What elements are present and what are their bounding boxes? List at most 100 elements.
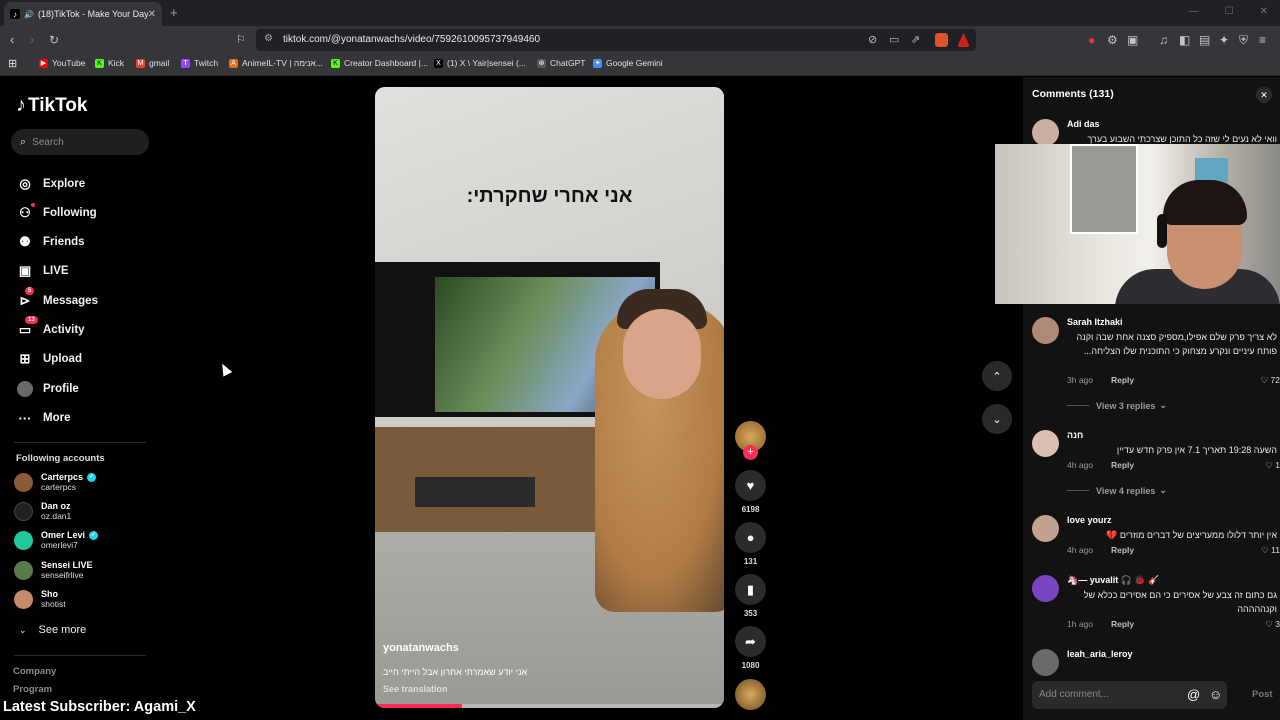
avatar[interactable]	[1032, 515, 1059, 542]
verified-icon: ✓	[89, 530, 99, 540]
site-info-icon[interactable]: ⚙	[264, 33, 273, 44]
close-tab-icon[interactable]: ✕	[148, 9, 156, 20]
nav-more[interactable]: ··· More	[16, 409, 71, 427]
post-button[interactable]: Post	[1252, 689, 1273, 700]
new-tab-button[interactable]: +	[170, 5, 178, 20]
wallet-icon[interactable]: ▣	[1127, 33, 1138, 47]
video-progress-bar[interactable]	[375, 704, 724, 708]
comment-like[interactable]: ♡ 1	[1265, 460, 1280, 471]
menu-icon[interactable]: ≡	[1259, 33, 1266, 47]
bookmark-kick[interactable]: K Kick	[95, 58, 124, 68]
minimize-icon[interactable]: —	[1189, 6, 1199, 17]
following-account[interactable]: Sho shotist	[14, 589, 66, 609]
cast-icon[interactable]: ▭	[889, 33, 899, 46]
following-account[interactable]: Dan oz oz.dan1	[14, 501, 71, 521]
browser-tab[interactable]: ♪ 🔊 (18)TikTok - Make Your Day ✕	[4, 2, 162, 26]
back-icon[interactable]: ‹	[10, 32, 14, 47]
comment-like[interactable]: ♡ 3	[1265, 619, 1280, 630]
nav-friends[interactable]: ⚉ Friends	[16, 233, 84, 251]
brave-rewards-icon[interactable]	[957, 33, 970, 47]
browser-tab-bar: ♪ 🔊 (18)TikTok - Make Your Day ✕ + — ☐ ✕	[0, 0, 1280, 26]
nav-following[interactable]: ⚇ Following	[16, 203, 97, 222]
avatar[interactable]	[1032, 119, 1059, 146]
view-replies-button[interactable]: View 4 replies ⌄	[1067, 485, 1167, 496]
tiktok-logo[interactable]: ♪ TikTok	[16, 94, 87, 117]
apps-icon[interactable]: ⊞	[8, 57, 17, 70]
forward-icon[interactable]: ›	[30, 32, 34, 47]
footer-company-link[interactable]: Company	[13, 666, 56, 677]
save-count: 353	[743, 609, 758, 618]
maximize-icon[interactable]: ☐	[1225, 6, 1234, 17]
chevron-up-icon: ⌃	[992, 370, 1002, 383]
reply-button[interactable]: Reply	[1111, 375, 1134, 385]
nav-activity[interactable]: ▭ 13 Activity	[16, 316, 85, 339]
friends-icon: ⚉	[19, 234, 31, 249]
see-translation-link[interactable]: See translation	[383, 684, 448, 694]
comment-like[interactable]: ♡ 11	[1261, 545, 1280, 556]
close-window-icon[interactable]: ✕	[1260, 6, 1268, 17]
nav-upload[interactable]: ⊞ Upload	[16, 350, 82, 368]
share-button[interactable]: ➦ 1080	[735, 626, 766, 670]
avatar[interactable]	[1032, 317, 1059, 344]
sidebar-icon[interactable]: ◧	[1179, 33, 1190, 47]
search-input[interactable]: ⌕ Search	[11, 129, 149, 155]
close-comments-icon[interactable]: ✕	[1256, 87, 1272, 103]
video-author[interactable]: yonatanwachs	[383, 642, 459, 654]
music-disc-icon[interactable]	[735, 679, 766, 710]
reply-button[interactable]: Reply	[1111, 619, 1134, 629]
no-tracking-icon[interactable]: ⊘	[868, 33, 877, 46]
address-bar[interactable]: ⚙ tiktok.com/@yonatanwachs/video/7592610…	[256, 29, 976, 51]
share-icon[interactable]: ⇗	[911, 33, 920, 46]
bookmark-chatgpt[interactable]: ⊛ ChatGPT	[537, 58, 585, 68]
record-extension-icon[interactable]: ●	[1088, 33, 1095, 47]
wallet-extension-icon[interactable]: ▤	[1199, 33, 1210, 47]
heart-icon: ♡	[1260, 375, 1269, 385]
avatar[interactable]	[1032, 575, 1059, 602]
bookmark-gemini[interactable]: ✦ Google Gemini	[593, 58, 663, 68]
comment-button[interactable]: ● 131	[735, 522, 766, 566]
nav-live[interactable]: ▣ LIVE	[16, 262, 69, 280]
see-more-button[interactable]: ⌄ See more	[19, 624, 86, 636]
reply-button[interactable]: Reply	[1111, 460, 1134, 470]
following-account[interactable]: Sensei LIVE senseifrlive	[14, 560, 93, 580]
tiktok-note-icon: ♪	[16, 94, 26, 116]
nav-explore[interactable]: ◎ Explore	[16, 175, 85, 193]
chevron-down-icon: ⌄	[19, 624, 27, 635]
comment-count: 131	[743, 557, 758, 566]
video-player[interactable]: אני אחרי שחקרתי: yonatanwachs אני יודע ש…	[375, 87, 724, 708]
footer-program-link[interactable]: Program	[13, 684, 52, 695]
tiktok-favicon-icon: ♪	[10, 9, 20, 19]
reply-button[interactable]: Reply	[1111, 545, 1134, 555]
nav-profile[interactable]: Profile	[16, 380, 79, 398]
bookmark-x[interactable]: X (1) X \ Yair|sensei (...	[434, 58, 526, 68]
save-button[interactable]: ▮ 353	[735, 574, 766, 618]
bookmark-icon[interactable]: ⚐	[236, 33, 246, 46]
bookmark-gmail[interactable]: Mgmail	[136, 58, 169, 68]
speaker-icon[interactable]: 🔊	[24, 10, 34, 19]
bookmark-twitch[interactable]: T Twitch	[181, 58, 218, 68]
comment-like[interactable]: ♡ 72	[1261, 375, 1280, 386]
leo-ai-icon[interactable]: ✦	[1219, 33, 1229, 47]
like-button[interactable]: ♥ 6198	[735, 470, 766, 514]
mention-icon[interactable]: @	[1187, 687, 1200, 702]
next-video-button[interactable]: ⌄	[982, 404, 1012, 434]
following-account[interactable]: Omer Levi ✓ omerlevi7	[14, 530, 99, 550]
bookmark-youtube[interactable]: ▶ YouTube	[39, 58, 85, 68]
follow-plus-icon[interactable]: +	[743, 445, 758, 460]
brave-shield-icon[interactable]	[935, 33, 948, 47]
extensions-icon[interactable]: ⚙	[1107, 33, 1118, 47]
emoji-icon[interactable]: ☺	[1209, 687, 1222, 702]
url-text[interactable]: tiktok.com/@yonatanwachs/video/759261009…	[283, 34, 540, 45]
avatar[interactable]	[1032, 649, 1059, 676]
bookmark-creator-dashboard[interactable]: K Creator Dashboard |...	[331, 58, 428, 68]
previous-video-button[interactable]: ⌃	[982, 361, 1012, 391]
following-account[interactable]: Carterpcs ✓ carterpcs	[14, 472, 97, 492]
view-replies-button[interactable]: View 3 replies ⌄	[1067, 400, 1167, 411]
bookmark-animeil[interactable]: A AnimeIL-TV | אנימה...	[229, 58, 323, 68]
avatar[interactable]	[1032, 430, 1059, 457]
nav-messages[interactable]: ⊳ 5 Messages	[16, 287, 98, 310]
reload-icon[interactable]: ↻	[49, 33, 59, 47]
vpn-icon[interactable]: ⛨	[1239, 33, 1248, 48]
video-overlay-text: אני אחרי שחקרתי:	[466, 185, 633, 207]
music-icon[interactable]: ♫	[1159, 33, 1168, 47]
